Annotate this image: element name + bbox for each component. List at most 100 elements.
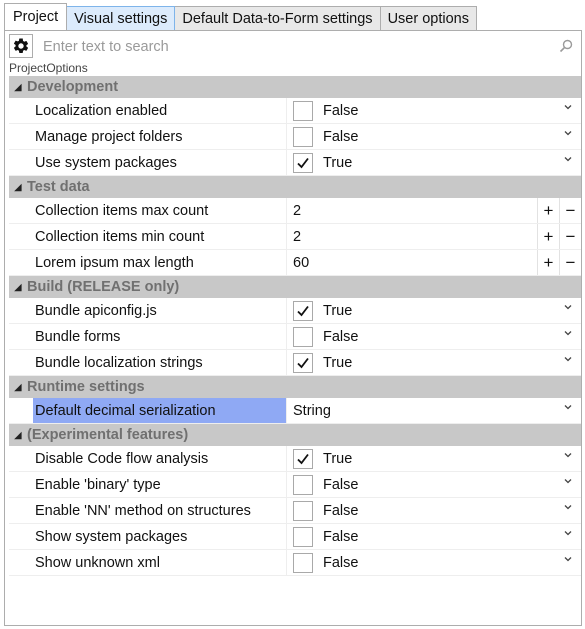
numeric-value[interactable]: 60 (293, 255, 309, 271)
tab-default-data-to-form-settings[interactable]: Default Data-to-Form settings (174, 6, 381, 30)
property-row[interactable]: Lorem ipsum max length 60 + − (9, 250, 581, 276)
property-name-use-system-packages[interactable]: Use system packages (33, 150, 287, 175)
increment-button[interactable]: + (537, 224, 559, 249)
property-row[interactable]: Enable 'NN' method on structures False (9, 498, 581, 524)
checkbox[interactable] (293, 352, 313, 373)
chevron-down-icon[interactable] (563, 476, 573, 486)
decrement-button[interactable]: − (559, 198, 581, 223)
property-row[interactable]: Bundle forms False (9, 324, 581, 350)
tab-user-options[interactable]: User options (379, 6, 477, 30)
category-runtime-settings[interactable]: ◢ Runtime settings (9, 376, 581, 398)
property-row[interactable]: Collection items min count 2 + − (9, 224, 581, 250)
checkbox[interactable] (293, 152, 313, 173)
property-name-lorem-ipsum-max-length[interactable]: Lorem ipsum max length (33, 250, 287, 275)
triangle-down-icon[interactable]: ◢ (9, 82, 27, 93)
property-row[interactable]: Show system packages False (9, 524, 581, 550)
triangle-down-icon[interactable]: ◢ (9, 430, 27, 441)
search-icon[interactable] (559, 39, 573, 53)
property-grid: ◢ Development Localization enabled False Man… (9, 76, 581, 576)
chevron-down-icon[interactable] (563, 502, 573, 512)
chevron-down-icon[interactable] (563, 528, 573, 538)
property-row[interactable]: Disable Code flow analysis True (9, 446, 581, 472)
chevron-down-icon[interactable] (563, 450, 573, 460)
property-value[interactable]: False (287, 498, 581, 523)
property-name-manage-project-folders[interactable]: Manage project folders (33, 124, 287, 149)
property-row[interactable]: Bundle localization strings True (9, 350, 581, 376)
checkbox[interactable] (293, 500, 313, 521)
triangle-down-icon[interactable]: ◢ (9, 182, 27, 193)
property-row[interactable]: Manage project folders False (9, 124, 581, 150)
chevron-down-icon[interactable] (563, 128, 573, 138)
checkbox[interactable] (293, 326, 313, 347)
property-name-enable-binary-type[interactable]: Enable 'binary' type (33, 472, 287, 497)
numeric-value[interactable]: 2 (293, 203, 301, 219)
checkbox[interactable] (293, 448, 313, 469)
value-text: False (323, 102, 359, 119)
property-row[interactable]: Enable 'binary' type False (9, 472, 581, 498)
property-value[interactable]: 2 + − (287, 198, 581, 223)
checkbox[interactable] (293, 552, 313, 573)
property-value[interactable]: False (287, 124, 581, 149)
checkbox[interactable] (293, 126, 313, 147)
property-row[interactable]: Localization enabled False (9, 98, 581, 124)
numeric-value[interactable]: 2 (293, 229, 301, 245)
property-value[interactable]: True (287, 350, 581, 375)
property-name-disable-code-flow-analysis[interactable]: Disable Code flow analysis (33, 446, 287, 471)
property-row[interactable]: Use system packages True (9, 150, 581, 176)
chevron-down-icon[interactable] (563, 154, 573, 164)
property-value[interactable]: False (287, 472, 581, 497)
property-name-collection-items-max-count[interactable]: Collection items max count (33, 198, 287, 223)
checkbox[interactable] (293, 300, 313, 321)
property-value[interactable]: False (287, 550, 581, 575)
settings-button[interactable] (9, 34, 33, 58)
property-value[interactable]: False (287, 324, 581, 349)
category-build-release-only[interactable]: ◢ Build (RELEASE only) (9, 276, 581, 298)
property-name-localization-enabled[interactable]: Localization enabled (33, 98, 287, 123)
value-text: True (323, 450, 353, 467)
triangle-down-icon[interactable]: ◢ (9, 282, 27, 293)
decrement-button[interactable]: − (559, 224, 581, 249)
property-row[interactable]: Bundle apiconfig.js True (9, 298, 581, 324)
chevron-down-icon[interactable] (563, 402, 573, 412)
chevron-down-icon[interactable] (563, 554, 573, 564)
property-value[interactable]: True (287, 298, 581, 323)
tab-project[interactable]: Project (4, 3, 68, 30)
property-name-show-unknown-xml[interactable]: Show unknown xml (33, 550, 287, 575)
category-development[interactable]: ◢ Development (9, 76, 581, 98)
category-experimental-features[interactable]: ◢ (Experimental features) (9, 424, 581, 446)
property-name-default-decimal-serialization[interactable]: Default decimal serialization (33, 398, 287, 423)
chevron-down-icon[interactable] (563, 354, 573, 364)
row-gutter (9, 98, 33, 123)
property-value[interactable]: 60 + − (287, 250, 581, 275)
decrement-button[interactable]: − (559, 250, 581, 275)
property-name-enable-nn-method-on-structures[interactable]: Enable 'NN' method on structures (33, 498, 287, 523)
checkbox[interactable] (293, 526, 313, 547)
search-input[interactable] (37, 35, 549, 59)
check-icon (297, 453, 309, 464)
increment-button[interactable]: + (537, 250, 559, 275)
property-value[interactable]: 2 + − (287, 224, 581, 249)
property-value[interactable]: True (287, 150, 581, 175)
property-row[interactable]: Show unknown xml False (9, 550, 581, 576)
property-name-bundle-localization-strings[interactable]: Bundle localization strings (33, 350, 287, 375)
property-row[interactable]: Collection items max count 2 + − (9, 198, 581, 224)
chevron-down-icon[interactable] (563, 102, 573, 112)
property-name-collection-items-min-count[interactable]: Collection items min count (33, 224, 287, 249)
property-name-bundle-apiconfig-js[interactable]: Bundle apiconfig.js (33, 298, 287, 323)
category-test-data[interactable]: ◢ Test data (9, 176, 581, 198)
property-row[interactable]: Default decimal serialization String (9, 398, 581, 424)
property-value[interactable]: False (287, 524, 581, 549)
increment-button[interactable]: + (537, 198, 559, 223)
property-value[interactable]: False (287, 98, 581, 123)
checkbox[interactable] (293, 100, 313, 121)
tab-visual-settings[interactable]: Visual settings (66, 6, 176, 30)
dropdown-value[interactable]: String (293, 403, 331, 419)
checkbox[interactable] (293, 474, 313, 495)
property-value[interactable]: String (287, 398, 581, 423)
triangle-down-icon[interactable]: ◢ (9, 382, 27, 393)
property-name-show-system-packages[interactable]: Show system packages (33, 524, 287, 549)
chevron-down-icon[interactable] (563, 328, 573, 338)
property-value[interactable]: True (287, 446, 581, 471)
chevron-down-icon[interactable] (563, 302, 573, 312)
property-name-bundle-forms[interactable]: Bundle forms (33, 324, 287, 349)
